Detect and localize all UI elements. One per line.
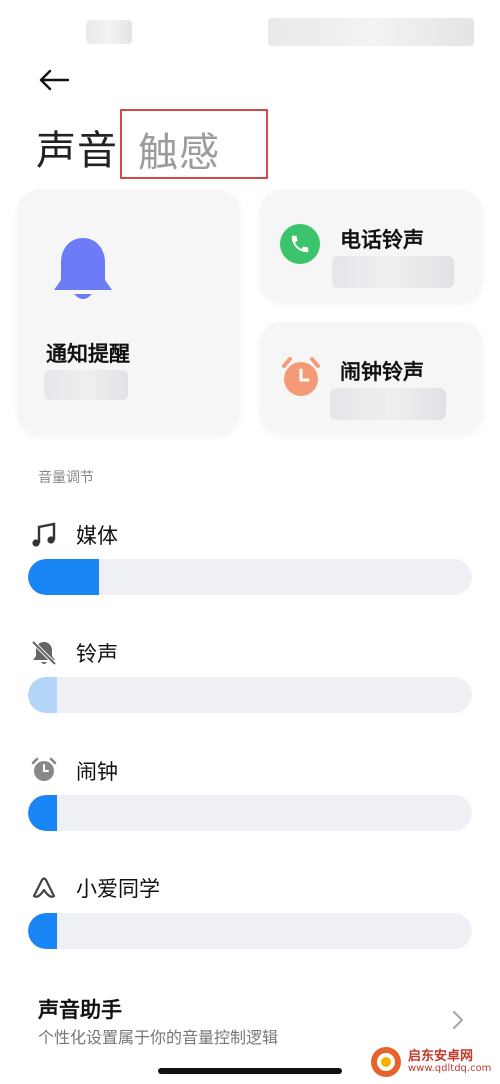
watermark-url: www.qdltdq.com bbox=[408, 1063, 492, 1074]
volume-ringtone-fill bbox=[28, 677, 57, 713]
bell-icon bbox=[54, 238, 112, 299]
alarm-ringtone-card[interactable]: 闹钟铃声 bbox=[260, 322, 482, 434]
home-indicator[interactable] bbox=[158, 1068, 342, 1074]
notification-subtitle-blur bbox=[44, 370, 128, 400]
volume-alarm-fill bbox=[28, 795, 57, 831]
notification-card[interactable]: 通知提醒 bbox=[18, 190, 240, 434]
phone-ringtone-label: 电话铃声 bbox=[340, 228, 424, 252]
phone-icon bbox=[280, 224, 320, 264]
back-button[interactable] bbox=[34, 60, 74, 100]
volume-xiaoai-slider[interactable] bbox=[28, 913, 472, 949]
sound-assistant-title: 声音助手 bbox=[38, 998, 122, 1022]
xiaoai-icon bbox=[32, 877, 56, 898]
volume-section-title: 音量调节 bbox=[38, 470, 94, 486]
alarm-icon bbox=[31, 757, 57, 781]
volume-alarm-slider[interactable] bbox=[28, 795, 472, 831]
volume-xiaoai-label: 小爱同学 bbox=[76, 877, 160, 901]
tab-sound[interactable]: 声音 bbox=[36, 118, 118, 176]
volume-media-fill bbox=[28, 559, 100, 595]
status-bar-icons-blur bbox=[268, 18, 474, 46]
watermark-badge-icon bbox=[371, 1047, 401, 1077]
volume-alarm-label: 闹钟 bbox=[76, 760, 118, 784]
tab-haptics[interactable]: 触感 bbox=[138, 120, 220, 178]
music-note-icon bbox=[32, 522, 56, 547]
volume-media-label: 媒体 bbox=[76, 524, 118, 548]
watermark-logo: 启东安卓网 www.qdltdq.com bbox=[370, 1046, 491, 1078]
watermark-name: 启东安卓网 bbox=[408, 1049, 474, 1064]
volume-ringtone-slider[interactable] bbox=[28, 677, 472, 713]
volume-ringtone-label: 铃声 bbox=[76, 642, 118, 666]
page-title-tabs: 声音 bbox=[36, 118, 118, 176]
alarm-ringtone-label: 闹钟铃声 bbox=[340, 360, 424, 384]
chevron-right-icon bbox=[452, 1010, 464, 1030]
volume-media-slider[interactable] bbox=[28, 559, 472, 595]
phone-ringtone-card[interactable]: 电话铃声 bbox=[260, 190, 482, 302]
notification-label: 通知提醒 bbox=[46, 342, 130, 366]
arrow-left-icon bbox=[39, 69, 69, 91]
bell-muted-icon bbox=[31, 640, 57, 666]
alarm-clock-icon bbox=[282, 357, 320, 396]
status-bar-time-blur bbox=[86, 20, 132, 44]
sound-assistant-subtitle: 个性化设置属于你的音量控制逻辑 bbox=[38, 1028, 279, 1047]
phone-ringtone-subtitle-blur bbox=[332, 256, 454, 288]
volume-xiaoai-fill bbox=[28, 913, 57, 949]
alarm-ringtone-subtitle-blur bbox=[330, 388, 446, 420]
